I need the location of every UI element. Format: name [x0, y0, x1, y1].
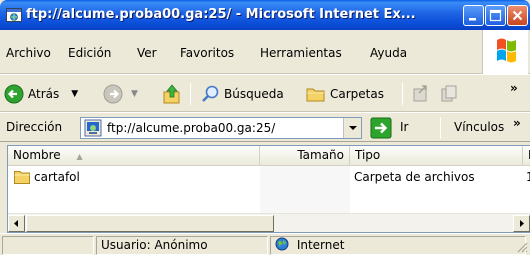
resize-grip-icon[interactable]	[516, 241, 528, 253]
status-zone: Internet	[270, 236, 526, 255]
list-header: Nombre ▲ Tamaño Tipo Mo	[8, 146, 530, 166]
windows-logo-icon	[482, 30, 528, 74]
chevron-right-icon	[520, 220, 524, 227]
search-icon	[202, 85, 219, 102]
standard-toolbar: Atrás ▼ ▼ Búsqueda Carpetas »	[0, 74, 530, 112]
minimize-button[interactable]	[463, 5, 484, 26]
back-arrow-icon	[4, 84, 24, 104]
column-header-type[interactable]: Tipo	[350, 146, 523, 165]
ftp-folder-icon	[6, 7, 22, 23]
back-label: Atrás	[28, 87, 60, 101]
back-dropdown-icon[interactable]: ▼	[71, 89, 78, 99]
address-field[interactable]: ftp://alcume.proba00.ga:25/	[80, 117, 362, 139]
menu-herramientas[interactable]: Herramientas	[260, 38, 342, 68]
horizontal-scrollbar[interactable]	[8, 213, 530, 232]
folders-icon	[306, 88, 325, 102]
column-header-name[interactable]: Nombre ▲	[8, 146, 260, 165]
go-arrow-icon[interactable]	[370, 117, 392, 139]
file-name: cartafol	[34, 170, 80, 184]
toolbar-overflow-chevron[interactable]: »	[510, 81, 518, 95]
address-value[interactable]: ftp://alcume.proba00.ga:25/	[107, 121, 275, 135]
maximize-button[interactable]	[485, 5, 506, 26]
status-panel-empty	[2, 236, 94, 255]
file-size	[260, 168, 345, 186]
close-button[interactable]	[507, 5, 528, 26]
search-button[interactable]: Búsqueda	[200, 81, 284, 107]
address-dropdown-button[interactable]	[343, 118, 361, 138]
links-overflow-chevron[interactable]: »	[513, 116, 521, 130]
table-row[interactable]: cartafol Carpeta de archivos 13	[8, 168, 530, 186]
menu-edicion[interactable]: Edición	[68, 38, 111, 68]
address-label: Dirección	[6, 120, 63, 134]
ftp-page-icon	[84, 119, 102, 137]
chevron-down-icon	[349, 126, 357, 130]
file-type: Carpeta de archivos	[354, 170, 475, 184]
status-user: Usuario: Anónimo	[96, 236, 268, 255]
internet-globe-icon	[275, 237, 289, 251]
title-bar[interactable]: ftp://alcume.proba00.ga:25/ - Microsoft …	[0, 0, 530, 30]
chevron-left-icon	[14, 220, 18, 227]
sort-ascending-icon: ▲	[76, 152, 83, 161]
column-header-size[interactable]: Tamaño	[260, 146, 350, 165]
address-bar: Dirección ftp://alcume.proba00.ga:25/ Ir…	[0, 112, 530, 142]
menu-archivo[interactable]: Archivo	[6, 38, 51, 68]
folder-icon	[14, 171, 30, 184]
scroll-right-button[interactable]	[513, 215, 530, 232]
file-list[interactable]: Nombre ▲ Tamaño Tipo Mo cartafol Carpeta…	[7, 145, 530, 233]
move-to-icon	[413, 85, 427, 102]
copy-to-icon	[441, 85, 457, 102]
menu-bar: Archivo Edición Ver Favoritos Herramient…	[0, 30, 530, 74]
up-folder-icon	[163, 84, 180, 104]
window-title: ftp://alcume.proba00.ga:25/ - Microsoft …	[26, 7, 416, 22]
column-header-modified[interactable]: Mo	[523, 146, 530, 165]
menu-favoritos[interactable]: Favoritos	[180, 38, 234, 68]
menu-ayuda[interactable]: Ayuda	[370, 38, 407, 68]
menu-ver[interactable]: Ver	[137, 38, 157, 68]
back-button[interactable]: Atrás ▼	[4, 81, 78, 107]
links-label[interactable]: Vínculos	[454, 120, 504, 134]
forward-dropdown-icon[interactable]: ▼	[131, 89, 138, 99]
search-label: Búsqueda	[224, 87, 284, 101]
file-modified: 13	[526, 170, 530, 184]
copy-to-button[interactable]	[439, 81, 459, 107]
forward-button[interactable]: ▼	[103, 81, 138, 107]
folders-label: Carpetas	[330, 87, 384, 101]
scrollbar-thumb[interactable]	[26, 215, 274, 232]
move-to-button[interactable]	[411, 81, 431, 107]
forward-arrow-icon	[103, 84, 123, 104]
go-button-label[interactable]: Ir	[400, 120, 408, 134]
folders-button[interactable]: Carpetas	[306, 81, 384, 107]
up-folder-button[interactable]	[162, 81, 182, 107]
status-bar: Usuario: Anónimo Internet	[0, 233, 530, 255]
scroll-left-button[interactable]	[8, 215, 25, 232]
